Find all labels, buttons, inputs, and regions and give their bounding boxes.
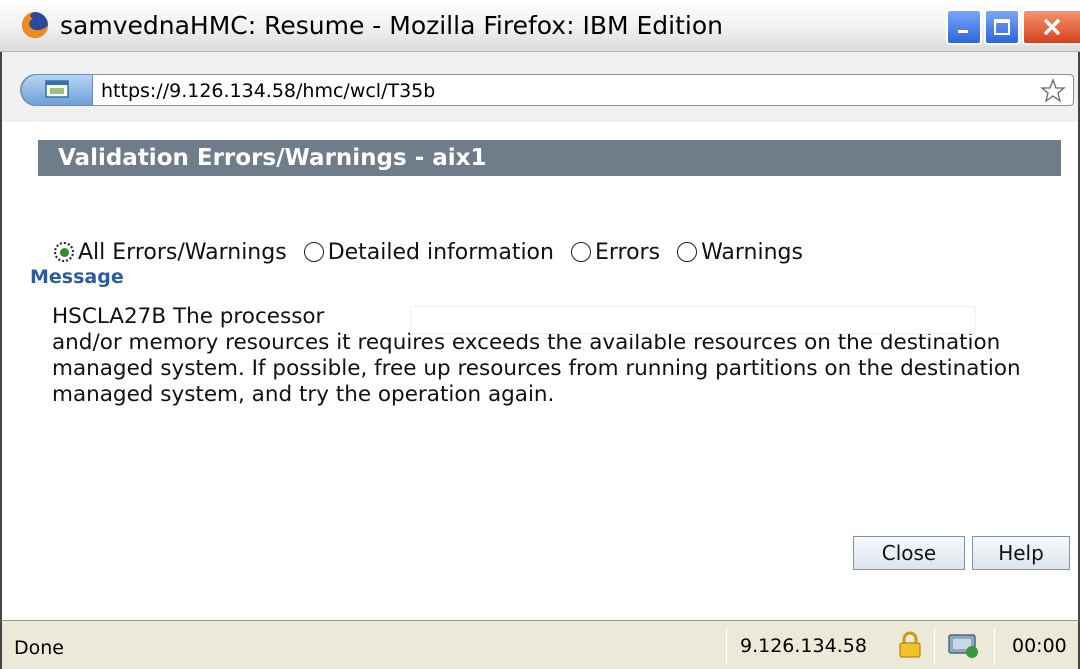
filter-warnings[interactable]: Warnings: [677, 240, 803, 265]
filter-label[interactable]: All Errors/Warnings: [78, 240, 287, 265]
maximize-icon: [994, 19, 1010, 35]
close-icon: [1043, 18, 1061, 36]
status-bar: Done 9.126.134.58 00:00: [0, 620, 1080, 669]
filter-label[interactable]: Warnings: [701, 240, 803, 265]
status-divider: [934, 627, 935, 665]
browser-window: samvednaHMC: Resume - Mozilla Firefox: I…: [0, 0, 1080, 669]
filter-errors[interactable]: Errors: [570, 240, 660, 265]
radio-selected-icon[interactable]: [54, 242, 74, 262]
maximize-button[interactable]: [984, 9, 1020, 45]
site-identity-icon: [45, 80, 69, 98]
message-text: HSCLA27B The processor and/or memory res…: [52, 304, 1052, 408]
filter-radio-group: All Errors/Warnings Detailed information…: [54, 236, 820, 268]
url-text[interactable]: https://9.126.134.58/hmc/wcl/T35b: [101, 79, 435, 103]
title-bar[interactable]: samvednaHMC: Resume - Mozilla Firefox: I…: [0, 0, 1080, 52]
radio-icon[interactable]: [570, 242, 591, 262]
status-divider: [994, 627, 995, 665]
window-title: samvednaHMC: Resume - Mozilla Firefox: I…: [60, 11, 723, 40]
status-host: 9.126.134.58: [740, 635, 867, 657]
radio-icon[interactable]: [677, 242, 698, 262]
filter-label[interactable]: Detailed information: [328, 240, 554, 265]
status-divider: [726, 627, 727, 665]
network-icon[interactable]: [946, 631, 980, 659]
address-bar: https://9.126.134.58/hmc/wcl/T35b: [0, 52, 1080, 122]
url-field[interactable]: https://9.126.134.58/hmc/wcl/T35b: [20, 74, 1074, 106]
message-column-header: Message: [30, 266, 124, 288]
status-time: 00:00: [1012, 635, 1067, 657]
redacted-area: [410, 306, 976, 334]
status-text: Done: [14, 637, 64, 659]
filter-all-errors-warnings[interactable]: All Errors/Warnings: [54, 240, 287, 265]
radio-icon[interactable]: [303, 242, 324, 262]
page-content: Validation Errors/Warnings - aix1 All Er…: [0, 122, 1080, 620]
filter-label[interactable]: Errors: [595, 240, 660, 265]
minimize-icon: [958, 30, 968, 33]
close-window-button[interactable]: [1022, 9, 1080, 45]
firefox-icon: [22, 12, 48, 38]
star-icon[interactable]: [1039, 77, 1067, 105]
site-identity-button[interactable]: [21, 74, 93, 106]
close-button[interactable]: Close: [853, 536, 965, 570]
help-button[interactable]: Help: [972, 536, 1070, 570]
lock-icon[interactable]: [898, 631, 922, 659]
filter-detailed-information[interactable]: Detailed information: [303, 240, 554, 265]
message-body: and/or memory resources it requires exce…: [52, 330, 1021, 407]
dialog-header: Validation Errors/Warnings - aix1: [38, 140, 1061, 176]
minimize-button[interactable]: [946, 9, 982, 45]
